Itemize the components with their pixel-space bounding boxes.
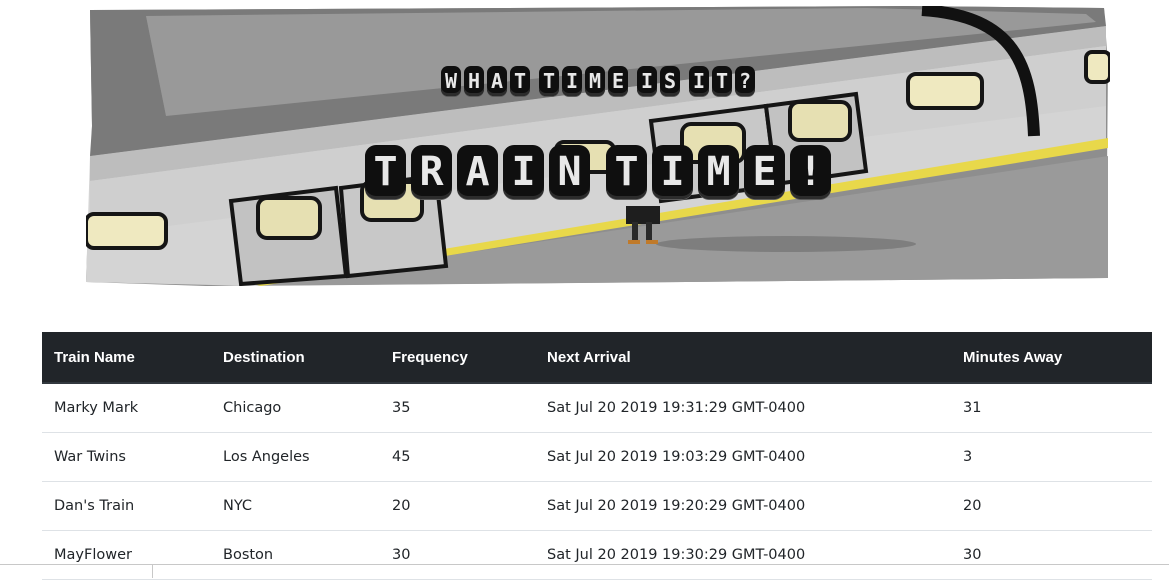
table-row: War Twins Los Angeles 45 Sat Jul 20 2019… [42,432,1152,482]
cell-train-name: War Twins [42,432,211,482]
bottom-divider [152,565,153,578]
cell-destination: Los Angeles [211,432,380,482]
cell-train-name: Dan's Train [42,481,211,531]
cell-destination: NYC [211,481,380,531]
letter-tile: T [510,66,530,96]
cell-next-arrival: Sat Jul 20 2019 19:03:29 GMT-0400 [535,432,951,482]
table-row: Marky Mark Chicago 35 Sat Jul 20 2019 19… [42,383,1152,433]
letter-tile: E [744,145,785,199]
letter-tile: I [562,66,582,96]
letter-tile [631,66,634,96]
column-header-minutes-away: Minutes Away [951,332,1152,384]
cell-destination: Chicago [211,383,380,433]
cell-minutes-away: 20 [951,481,1152,531]
letter-tile: I [637,66,657,96]
letter-tile: R [411,145,452,199]
letter-tile: I [503,145,544,199]
column-header-destination: Destination [211,332,380,384]
cell-next-arrival: Sat Jul 20 2019 19:20:29 GMT-0400 [535,481,951,531]
letter-tile: I [652,145,693,199]
bottom-bar [0,564,1169,578]
letter-tile: S [660,66,680,96]
letter-tile: E [608,66,628,96]
letter-tile: ! [790,145,831,199]
table-header-row: Train Name Destination Frequency Next Ar… [42,332,1152,384]
letter-tile: T [606,145,647,199]
letter-tile: A [457,145,498,199]
letter-tile: T [539,66,559,96]
letter-tile: ? [735,66,755,96]
hero-subtitle: W H A T T I M E I S I T? [86,66,1110,96]
cell-frequency: 45 [380,432,535,482]
letter-tile: A [487,66,507,96]
letter-tile [595,145,601,199]
letter-tile [533,66,536,96]
column-header-next-arrival: Next Arrival [535,332,951,384]
letter-tile: H [464,66,484,96]
cell-next-arrival: Sat Jul 20 2019 19:31:29 GMT-0400 [535,383,951,433]
cell-frequency: 20 [380,481,535,531]
cell-train-name: Marky Mark [42,383,211,433]
hero-banner: W H A T T I M E I S I T? T R A I N T I M E! [86,6,1110,286]
cell-minutes-away: 3 [951,432,1152,482]
column-header-frequency: Frequency [380,332,535,384]
train-schedule-table: Train Name Destination Frequency Next Ar… [42,332,1152,580]
letter-tile: T [712,66,732,96]
letter-tile: W [441,66,461,96]
letter-tile: N [549,145,590,199]
table-row: Dan's Train NYC 20 Sat Jul 20 2019 19:20… [42,481,1152,531]
letter-tile: T [365,145,406,199]
column-header-train-name: Train Name [42,332,211,384]
letter-tile: I [689,66,709,96]
letter-tile: M [698,145,739,199]
hero-title: T R A I N T I M E! [86,145,1110,199]
cell-minutes-away: 31 [951,383,1152,433]
letter-tile: M [585,66,605,96]
cell-frequency: 35 [380,383,535,433]
letter-tile [683,66,686,96]
